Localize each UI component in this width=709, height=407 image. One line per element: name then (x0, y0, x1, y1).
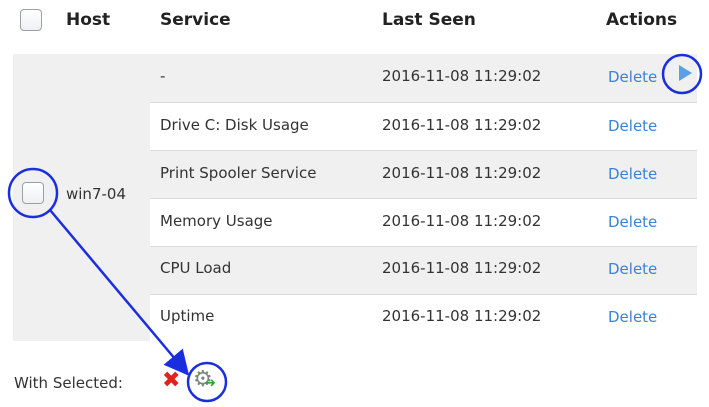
annotation-arrow (49, 209, 190, 376)
annotation-overlay (7, 53, 703, 403)
annotation-ring-gear (186, 361, 228, 403)
annotation-ring-play (661, 53, 703, 95)
annotation-ring-checkbox (7, 167, 59, 219)
